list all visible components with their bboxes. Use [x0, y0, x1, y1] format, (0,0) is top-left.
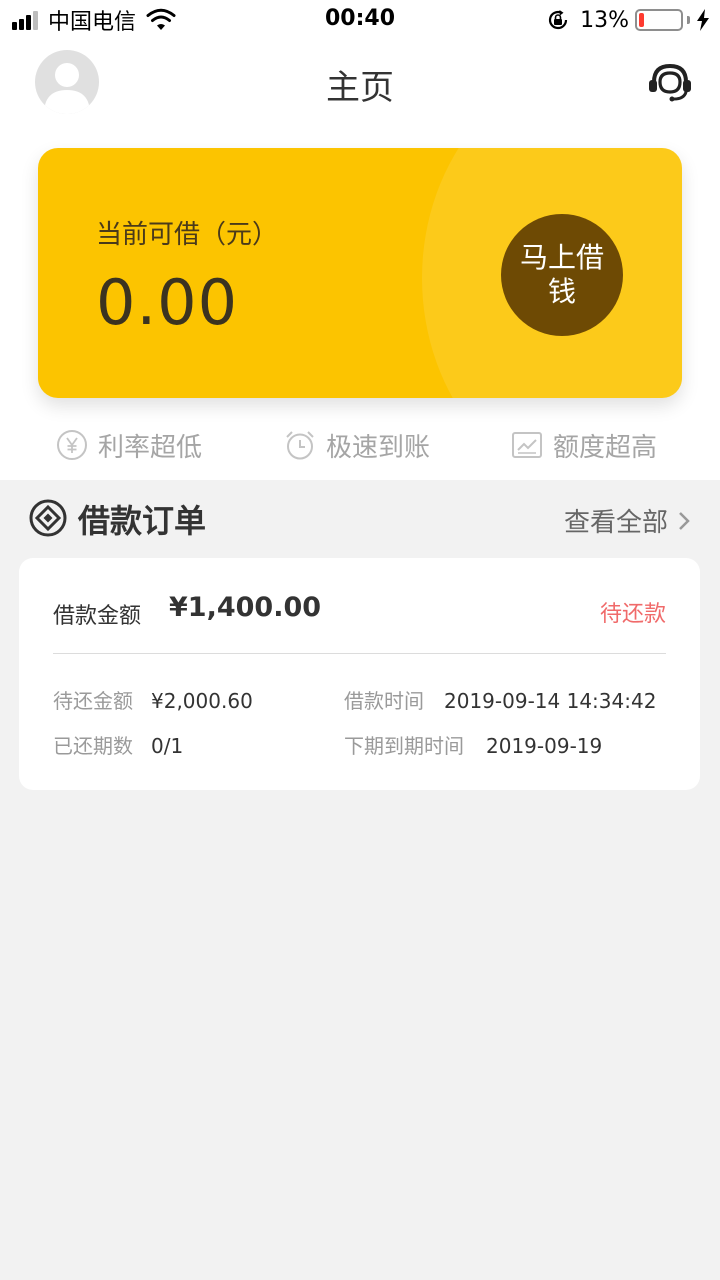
battery-tip — [687, 16, 690, 24]
loan-order-card[interactable]: 借款金额 ¥1,400.00 待还款 待还金额 ¥2,000.60 借款时间 201… — [19, 558, 700, 790]
view-all-label: 查看全部 — [563, 508, 668, 538]
loan-time-row: 借款时间 2019-09-14 14:34:42 — [344, 685, 656, 714]
yen-circle-icon — [57, 430, 87, 460]
feature-label: 额度超高 — [553, 432, 658, 463]
borrow-now-button[interactable]: 马上借钱 — [501, 214, 623, 336]
battery-percentage: 13% — [580, 7, 629, 33]
loan-time-value: 2019-09-14 14:34:42 — [444, 689, 657, 713]
loan-time-label: 借款时间 — [344, 689, 424, 713]
rotation-lock-icon — [549, 10, 568, 30]
page-title: 主页 — [326, 68, 394, 108]
loan-amount-label: 借款金额 — [53, 604, 142, 629]
loan-amount: ¥1,400.00 — [169, 592, 322, 623]
view-all-link[interactable]: 查看全部 — [564, 502, 692, 539]
credit-amount: 0.00 — [96, 266, 239, 339]
top-area: 中国电信 00:40 13% 主页 当前可借（元） 0.00 马上借钱 利率超低… — [0, 0, 720, 480]
feature-label: 极速到账 — [326, 432, 431, 463]
charging-bolt-icon — [697, 9, 709, 31]
feature-high-limit: 额度超高 — [511, 420, 657, 470]
installments-row: 已还期数 0/1 — [53, 730, 183, 759]
coin-diamond-icon — [29, 499, 67, 537]
orders-header: 借款订单 查看全部 — [0, 490, 720, 550]
alarm-clock-icon — [286, 431, 314, 460]
next-due-label: 下期到期时间 — [344, 734, 464, 758]
headset-icon[interactable] — [646, 62, 694, 104]
next-due-row: 下期到期时间 2019-09-19 — [344, 730, 602, 759]
installments-value: 0/1 — [151, 734, 184, 758]
credit-label: 当前可借（元） — [96, 220, 279, 250]
pending-amount-label: 待还金额 — [53, 689, 133, 713]
chart-icon — [512, 432, 542, 458]
next-due-value: 2019-09-19 — [486, 734, 603, 758]
battery-fill — [639, 13, 644, 27]
chevron-right-icon — [679, 511, 690, 530]
status-bar: 中国电信 00:40 13% — [0, 0, 720, 40]
orders-title: 借款订单 — [78, 502, 207, 540]
features-row: 利率超低 极速到账 额度超高 — [0, 420, 720, 470]
battery-icon — [635, 9, 683, 31]
credit-card: 当前可借（元） 0.00 马上借钱 — [38, 148, 682, 398]
status-badge: 待还款 — [599, 602, 666, 627]
feature-fast-payout: 极速到账 — [284, 420, 430, 470]
status-right: 13% — [546, 6, 710, 34]
feature-low-rate: 利率超低 — [56, 420, 202, 470]
feature-label: 利率超低 — [98, 432, 203, 463]
divider — [53, 653, 666, 654]
pending-amount-value: ¥2,000.60 — [151, 689, 253, 713]
installments-label: 已还期数 — [53, 734, 133, 758]
pending-amount-row: 待还金额 ¥2,000.60 — [53, 685, 253, 714]
